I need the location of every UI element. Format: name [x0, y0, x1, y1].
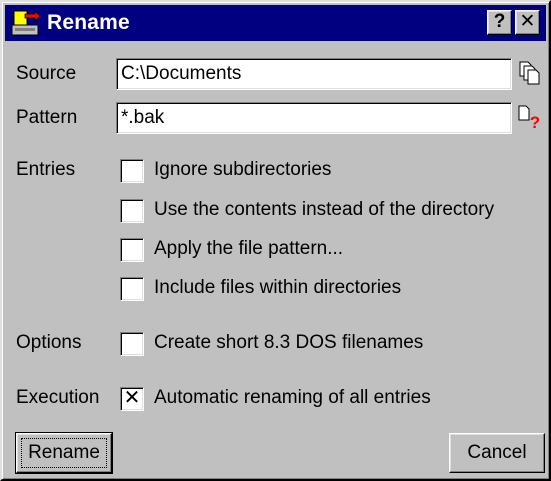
use-contents-checkbox[interactable]	[120, 199, 144, 223]
title-bar[interactable]: Rename ? ✕	[5, 5, 546, 41]
entries-label: Entries	[16, 159, 76, 180]
close-icon: ✕	[519, 11, 536, 32]
help-button[interactable]: ?	[487, 10, 512, 35]
pattern-field[interactable]	[116, 102, 512, 134]
auto-rename-checkbox[interactable]: ✕	[120, 387, 144, 411]
rename-dialog: Rename ? ✕ Source Pattern ? Entries Igno…	[0, 0, 551, 481]
apply-file-pattern-checkbox[interactable]	[120, 238, 144, 262]
include-files-label[interactable]: Include files within directories	[154, 276, 401, 300]
apply-file-pattern-label[interactable]: Apply the file pattern...	[154, 237, 343, 261]
use-contents-label[interactable]: Use the contents instead of the director…	[154, 198, 494, 222]
copy-pages-icon[interactable]	[518, 60, 542, 86]
rename-app-icon	[11, 10, 41, 36]
cancel-button-label: Cancel	[467, 442, 527, 463]
close-button[interactable]: ✕	[515, 10, 540, 35]
rename-button-label: Rename	[28, 442, 100, 463]
window-title: Rename	[47, 11, 130, 34]
help-icon: ?	[493, 11, 506, 32]
source-label: Source	[16, 63, 77, 84]
rename-button[interactable]: Rename	[15, 432, 113, 474]
document-question-icon[interactable]: ?	[518, 104, 542, 130]
auto-rename-label[interactable]: Automatic renaming of all entries	[154, 386, 431, 410]
short-filenames-checkbox[interactable]	[120, 332, 144, 356]
ignore-subdirectories-label[interactable]: Ignore subdirectories	[154, 158, 331, 182]
include-files-checkbox[interactable]	[120, 277, 144, 301]
cancel-button[interactable]: Cancel	[449, 433, 545, 473]
pattern-label: Pattern	[16, 107, 78, 128]
pattern-input[interactable]	[121, 106, 507, 130]
execution-label: Execution	[16, 387, 100, 408]
checkmark-x-icon: ✕	[123, 387, 141, 409]
source-input[interactable]	[121, 62, 507, 86]
source-field[interactable]	[116, 58, 512, 90]
ignore-subdirectories-checkbox[interactable]	[120, 159, 144, 183]
svg-text:?: ?	[530, 113, 540, 130]
options-label: Options	[16, 332, 82, 353]
short-filenames-label[interactable]: Create short 8.3 DOS filenames	[154, 331, 423, 355]
